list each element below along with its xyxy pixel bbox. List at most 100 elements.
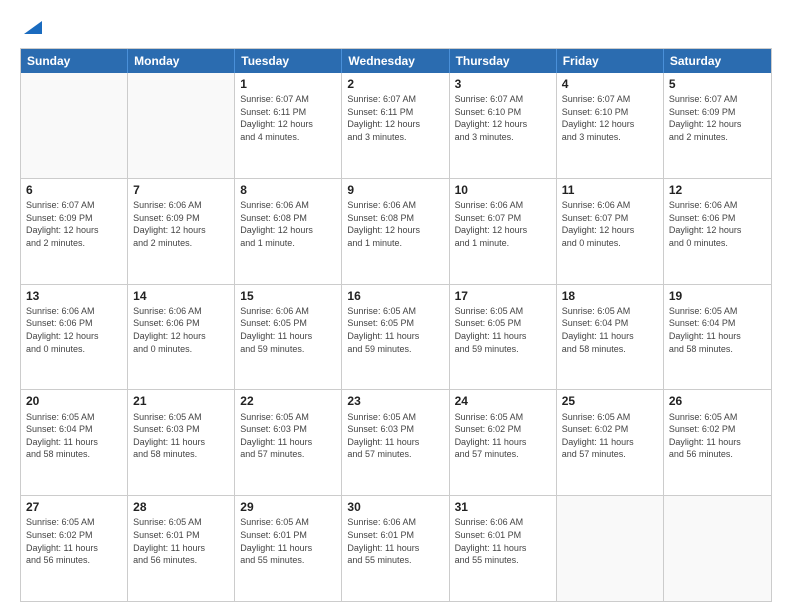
day-cell-10: 10Sunrise: 6:06 AM Sunset: 6:07 PM Dayli… [450, 179, 557, 284]
day-cell-14: 14Sunrise: 6:06 AM Sunset: 6:06 PM Dayli… [128, 285, 235, 390]
day-cell-25: 25 Sunrise: 6:05 AM Sunset: 6:02 PM Dayli… [557, 390, 664, 495]
calendar-row-3: 13Sunrise: 6:06 AM Sunset: 6:06 PM Dayli… [21, 284, 771, 390]
day-cell-1: 1Sunrise: 6:07 AM Sunset: 6:11 PM Daylig… [235, 73, 342, 178]
calendar-row-5: 27Sunrise: 6:05 AM Sunset: 6:02 PM Dayli… [21, 495, 771, 601]
day-number: 14 [133, 288, 229, 304]
day-number: 22 [240, 393, 336, 409]
day-cell-3: 3Sunrise: 6:07 AM Sunset: 6:10 PM Daylig… [450, 73, 557, 178]
header [20, 18, 772, 38]
empty-cell [21, 73, 128, 178]
day-number: 11 [562, 182, 658, 198]
day-cell-4: 4Sunrise: 6:07 AM Sunset: 6:10 PM Daylig… [557, 73, 664, 178]
day-cell-27: 27Sunrise: 6:05 AM Sunset: 6:02 PM Dayli… [21, 496, 128, 601]
day-number: 9 [347, 182, 443, 198]
logo [20, 18, 44, 38]
calendar-body: 1Sunrise: 6:07 AM Sunset: 6:11 PM Daylig… [21, 73, 771, 601]
weekday-header-tuesday: Tuesday [235, 49, 342, 73]
logo-arrow-icon [22, 16, 44, 38]
day-cell-21: 21 Sunrise: 6:05 AM Sunset: 6:03 PM Dayli… [128, 390, 235, 495]
calendar: SundayMondayTuesdayWednesdayThursdayFrid… [20, 48, 772, 602]
day-number: 25 [562, 393, 658, 409]
cell-info: Sunrise: 6:05 AM Sunset: 6:01 PM Dayligh… [240, 516, 336, 566]
day-cell-18: 18Sunrise: 6:05 AM Sunset: 6:04 PM Dayli… [557, 285, 664, 390]
cell-info: Sunrise: 6:05 AM Sunset: 6:01 PM Dayligh… [133, 516, 229, 566]
day-number: 21 [133, 393, 229, 409]
day-cell-7: 7Sunrise: 6:06 AM Sunset: 6:09 PM Daylig… [128, 179, 235, 284]
cell-info: Sunrise: 6:07 AM Sunset: 6:10 PM Dayligh… [562, 93, 658, 143]
day-number: 16 [347, 288, 443, 304]
cell-info: Sunrise: 6:06 AM Sunset: 6:01 PM Dayligh… [347, 516, 443, 566]
day-cell-2: 2Sunrise: 6:07 AM Sunset: 6:11 PM Daylig… [342, 73, 449, 178]
cell-info: Sunrise: 6:07 AM Sunset: 6:11 PM Dayligh… [347, 93, 443, 143]
cell-info: Sunrise: 6:06 AM Sunset: 6:06 PM Dayligh… [669, 199, 766, 249]
cell-info: Sunrise: 6:05 AM Sunset: 6:02 PM Dayligh… [455, 411, 551, 461]
day-number: 31 [455, 499, 551, 515]
weekday-header-thursday: Thursday [450, 49, 557, 73]
day-number: 2 [347, 76, 443, 92]
day-number: 19 [669, 288, 766, 304]
calendar-header: SundayMondayTuesdayWednesdayThursdayFrid… [21, 49, 771, 73]
calendar-row-1: 1Sunrise: 6:07 AM Sunset: 6:11 PM Daylig… [21, 73, 771, 178]
day-cell-28: 28Sunrise: 6:05 AM Sunset: 6:01 PM Dayli… [128, 496, 235, 601]
day-cell-11: 11Sunrise: 6:06 AM Sunset: 6:07 PM Dayli… [557, 179, 664, 284]
day-number: 23 [347, 393, 443, 409]
cell-info: Sunrise: 6:06 AM Sunset: 6:01 PM Dayligh… [455, 516, 551, 566]
cell-info: Sunrise: 6:07 AM Sunset: 6:09 PM Dayligh… [669, 93, 766, 143]
cell-info: Sunrise: 6:05 AM Sunset: 6:05 PM Dayligh… [347, 305, 443, 355]
day-number: 17 [455, 288, 551, 304]
day-number: 6 [26, 182, 122, 198]
day-number: 28 [133, 499, 229, 515]
day-cell-17: 17Sunrise: 6:05 AM Sunset: 6:05 PM Dayli… [450, 285, 557, 390]
cell-info: Sunrise: 6:06 AM Sunset: 6:06 PM Dayligh… [26, 305, 122, 355]
cell-info: Sunrise: 6:06 AM Sunset: 6:08 PM Dayligh… [347, 199, 443, 249]
cell-info: Sunrise: 6:07 AM Sunset: 6:11 PM Dayligh… [240, 93, 336, 143]
calendar-row-2: 6Sunrise: 6:07 AM Sunset: 6:09 PM Daylig… [21, 178, 771, 284]
weekday-header-monday: Monday [128, 49, 235, 73]
day-cell-20: 20 Sunrise: 6:05 AM Sunset: 6:04 PM Dayli… [21, 390, 128, 495]
cell-info: Sunrise: 6:06 AM Sunset: 6:05 PM Dayligh… [240, 305, 336, 355]
cell-info: Sunrise: 6:05 AM Sunset: 6:02 PM Dayligh… [562, 411, 658, 461]
day-number: 20 [26, 393, 122, 409]
day-number: 5 [669, 76, 766, 92]
day-cell-15: 15Sunrise: 6:06 AM Sunset: 6:05 PM Dayli… [235, 285, 342, 390]
cell-info: Sunrise: 6:06 AM Sunset: 6:07 PM Dayligh… [562, 199, 658, 249]
day-cell-30: 30Sunrise: 6:06 AM Sunset: 6:01 PM Dayli… [342, 496, 449, 601]
cell-info: Sunrise: 6:05 AM Sunset: 6:02 PM Dayligh… [26, 516, 122, 566]
day-cell-5: 5Sunrise: 6:07 AM Sunset: 6:09 PM Daylig… [664, 73, 771, 178]
empty-cell [557, 496, 664, 601]
day-cell-23: 23Sunrise: 6:05 AM Sunset: 6:03 PM Dayli… [342, 390, 449, 495]
cell-info: Sunrise: 6:05 AM Sunset: 6:02 PM Dayligh… [669, 411, 766, 461]
cell-info: Sunrise: 6:06 AM Sunset: 6:06 PM Dayligh… [133, 305, 229, 355]
day-number: 15 [240, 288, 336, 304]
day-cell-16: 16Sunrise: 6:05 AM Sunset: 6:05 PM Dayli… [342, 285, 449, 390]
day-number: 26 [669, 393, 766, 409]
day-cell-9: 9Sunrise: 6:06 AM Sunset: 6:08 PM Daylig… [342, 179, 449, 284]
cell-info: Sunrise: 6:05 AM Sunset: 6:03 PM Dayligh… [240, 411, 336, 461]
day-number: 30 [347, 499, 443, 515]
day-cell-12: 12Sunrise: 6:06 AM Sunset: 6:06 PM Dayli… [664, 179, 771, 284]
weekday-header-friday: Friday [557, 49, 664, 73]
day-number: 7 [133, 182, 229, 198]
cell-info: Sunrise: 6:06 AM Sunset: 6:09 PM Dayligh… [133, 199, 229, 249]
cell-info: Sunrise: 6:05 AM Sunset: 6:04 PM Dayligh… [562, 305, 658, 355]
day-cell-24: 24 Sunrise: 6:05 AM Sunset: 6:02 PM Dayli… [450, 390, 557, 495]
cell-info: Sunrise: 6:05 AM Sunset: 6:03 PM Dayligh… [133, 411, 229, 461]
day-cell-31: 31Sunrise: 6:06 AM Sunset: 6:01 PM Dayli… [450, 496, 557, 601]
cell-info: Sunrise: 6:05 AM Sunset: 6:04 PM Dayligh… [26, 411, 122, 461]
day-number: 24 [455, 393, 551, 409]
day-number: 27 [26, 499, 122, 515]
cell-info: Sunrise: 6:05 AM Sunset: 6:04 PM Dayligh… [669, 305, 766, 355]
day-number: 8 [240, 182, 336, 198]
empty-cell [664, 496, 771, 601]
cell-info: Sunrise: 6:07 AM Sunset: 6:10 PM Dayligh… [455, 93, 551, 143]
day-cell-19: 19Sunrise: 6:05 AM Sunset: 6:04 PM Dayli… [664, 285, 771, 390]
weekday-header-saturday: Saturday [664, 49, 771, 73]
weekday-header-sunday: Sunday [21, 49, 128, 73]
day-number: 12 [669, 182, 766, 198]
cell-info: Sunrise: 6:07 AM Sunset: 6:09 PM Dayligh… [26, 199, 122, 249]
day-number: 4 [562, 76, 658, 92]
day-cell-26: 26 Sunrise: 6:05 AM Sunset: 6:02 PM Dayli… [664, 390, 771, 495]
day-number: 18 [562, 288, 658, 304]
day-cell-22: 22 Sunrise: 6:05 AM Sunset: 6:03 PM Dayli… [235, 390, 342, 495]
cell-info: Sunrise: 6:05 AM Sunset: 6:05 PM Dayligh… [455, 305, 551, 355]
